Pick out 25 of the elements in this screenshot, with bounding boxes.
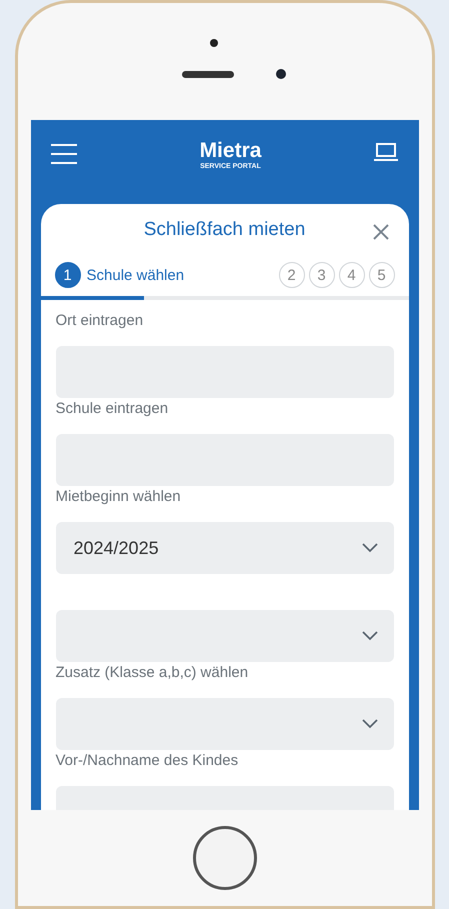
step-number[interactable]: 3 [308,262,334,288]
chevron-down-icon [362,719,378,729]
chevron-down-icon [362,543,378,553]
camera-icon [210,39,218,47]
sensor-icon [276,69,286,79]
step-label: Schule wählen [86,266,184,284]
field-label: Mietbeginn wählen [56,487,182,507]
step-number[interactable]: 5 [368,262,394,288]
select-field[interactable]: 2024/2025 [56,522,394,574]
chevron-down-icon [362,631,378,641]
laptop-icon[interactable] [374,142,398,162]
step-number[interactable]: 4 [338,262,364,288]
select-field[interactable] [56,698,394,750]
field-label: Ort eintragen [56,311,144,331]
step-number[interactable]: 1 [54,262,80,288]
logo-text: Mietra [200,140,262,162]
select-field[interactable] [56,610,394,662]
field-label: Zusatz (Klasse a,b,c) wählen [56,663,250,683]
step-number[interactable]: 2 [278,262,304,288]
close-icon[interactable] [372,224,388,240]
menu-icon[interactable] [50,143,76,165]
field-label: Schule eintragen [56,399,170,419]
speaker-icon [182,71,234,78]
dialog-title: Schließfach mieten [144,219,306,241]
field-label: Vor-/Nachname des Kindes [56,751,240,771]
